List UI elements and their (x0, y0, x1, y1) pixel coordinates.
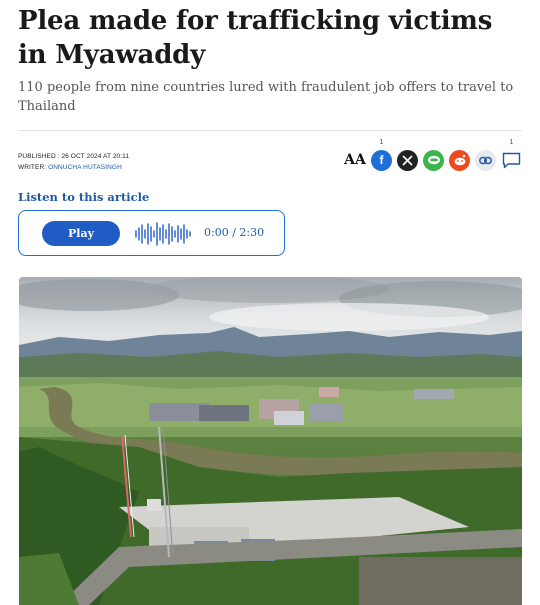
reddit-icon[interactable] (449, 149, 470, 171)
article-photo (19, 277, 522, 605)
listen-label: Listen to this article (18, 190, 150, 204)
article-meta: PUBLISHED : 26 OCT 2024 AT 20:11 WRITER:… (18, 151, 129, 173)
comment-count: 1 (509, 138, 514, 146)
published-label: PUBLISHED : (18, 153, 60, 160)
audio-player: Play 0:00 / 2:30 (18, 210, 285, 256)
comment-icon[interactable]: 1 (501, 139, 522, 171)
audio-time: 0:00 / 2:30 (204, 226, 264, 239)
current-time: 0:00 (204, 226, 229, 239)
speech-bubble-glyph (502, 152, 521, 168)
chain-glyph (479, 156, 492, 164)
x-icon[interactable] (397, 149, 418, 171)
waveform-icon (135, 222, 191, 246)
line-icon[interactable] (423, 149, 444, 171)
facebook-glyph: f (379, 153, 384, 167)
time-separator: / (232, 226, 236, 239)
text-size-icon[interactable]: AA (344, 150, 366, 171)
link-icon[interactable] (475, 149, 496, 171)
writer-line: WRITER: ONNUCHA HUTASINGH (18, 162, 129, 173)
article-headline: Plea made for trafficking victims in Mya… (18, 6, 493, 70)
aerial-landscape-river-compound-icon (19, 277, 522, 605)
x-glyph (402, 154, 413, 166)
published-date: 26 OCT 2024 AT 20:11 (61, 153, 130, 160)
writer-label: WRITER: (18, 164, 47, 171)
facebook-icon[interactable]: 1 f (371, 139, 392, 171)
divider (18, 130, 522, 131)
line-glyph (427, 155, 440, 164)
published-line: PUBLISHED : 26 OCT 2024 AT 20:11 (18, 151, 129, 162)
reddit-glyph (454, 154, 465, 166)
facebook-share-count: 1 (379, 138, 384, 146)
play-button[interactable]: Play (42, 221, 120, 246)
article-subheadline: 110 people from nine countries lured wit… (18, 80, 514, 114)
share-bar: AA 1 f 1 (344, 139, 522, 175)
writer-name-link[interactable]: ONNUCHA HUTASINGH (48, 164, 122, 171)
duration: 2:30 (239, 226, 265, 239)
